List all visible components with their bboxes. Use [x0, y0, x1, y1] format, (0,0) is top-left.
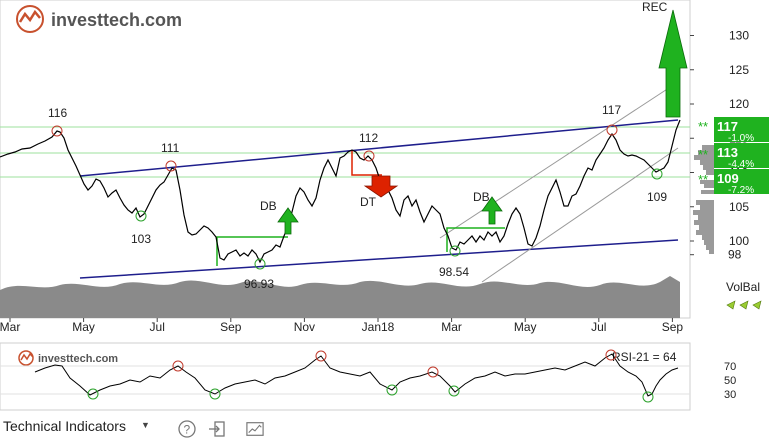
brand-name: investtech.com	[51, 10, 182, 30]
x-tick-label: Jul	[150, 320, 165, 334]
export-icon[interactable]	[208, 420, 226, 438]
badge-stars: **	[698, 119, 708, 134]
x-tick-label: Jul	[591, 320, 606, 334]
badge-pct: -1.0%	[728, 133, 754, 144]
x-tick-label: Nov	[294, 320, 315, 334]
main-plot-frame	[0, 0, 691, 319]
price-tick-label: 100	[729, 234, 749, 248]
x-tick-label: Mar	[441, 320, 462, 334]
rsi-title: RSI-21 = 64	[612, 350, 677, 364]
help-icon[interactable]: ?	[178, 420, 196, 438]
db-label-1: DB	[260, 199, 277, 213]
rsi-tick-label: 70	[724, 361, 736, 373]
up-arrow-icon	[752, 300, 762, 310]
rsi-axis: 70 50 30	[724, 361, 736, 401]
badge-pct: -4.4%	[728, 159, 754, 170]
up-arrow-icon	[726, 300, 736, 310]
price-tick-label: 130	[729, 29, 749, 43]
badge-price: 113	[717, 145, 738, 160]
badge-price: 109	[717, 171, 739, 186]
badge-price: 117	[717, 119, 738, 134]
rsi-tick-label: 30	[724, 389, 736, 401]
volbal-arrows	[726, 300, 762, 310]
chart-icon[interactable]	[246, 420, 264, 438]
badge-stars: **	[698, 172, 708, 187]
brand-name-small: investtech.com	[38, 353, 118, 365]
toolbar: Technical Indicators ▼ ?	[0, 415, 769, 442]
technical-indicators-button[interactable]: Technical Indicators	[3, 418, 126, 434]
x-tick-label: May	[514, 320, 537, 334]
up-arrow-icon	[739, 300, 749, 310]
x-tick-label: Jan18	[362, 320, 395, 334]
x-tick-label: Sep	[220, 320, 242, 334]
price-tick-label: 120	[729, 97, 749, 111]
x-tick-label: Mar	[0, 320, 20, 334]
volbal-label: VolBal	[726, 280, 760, 294]
high-label-116: 116	[48, 106, 67, 120]
x-axis: Mar May Jul Sep Nov Jan18 Mar May Jul Sep	[0, 318, 683, 334]
db-label-2: DB	[473, 190, 490, 204]
price-tick-label: 105	[729, 200, 749, 214]
badge-pct: -7.2%	[728, 185, 754, 196]
svg-text:?: ?	[184, 423, 191, 437]
high-label-111: 111	[161, 141, 180, 155]
x-tick-label: Sep	[662, 320, 684, 334]
price-tick-label: 98	[728, 248, 742, 262]
badge-stars: **	[698, 147, 708, 162]
low-label-9693: 96.93	[244, 277, 274, 291]
rsi-tick-label: 50	[724, 375, 736, 387]
low-label-109: 109	[647, 190, 667, 204]
high-label-112: 112	[359, 131, 378, 145]
dt-label: DT	[360, 195, 377, 209]
x-tick-label: May	[72, 320, 95, 334]
price-tick-label: 125	[729, 63, 749, 77]
low-label-103: 103	[131, 232, 151, 246]
price-badge-117: ** 117 -1.0%	[698, 117, 769, 144]
high-label-117: 117	[602, 103, 621, 117]
rec-label: REC	[642, 0, 668, 14]
chart-svg: investtech.com 116 111 112 117 103 96.93…	[0, 0, 769, 411]
dropdown-arrow-icon[interactable]: ▼	[141, 420, 150, 430]
low-label-9854: 98.54	[439, 265, 469, 279]
